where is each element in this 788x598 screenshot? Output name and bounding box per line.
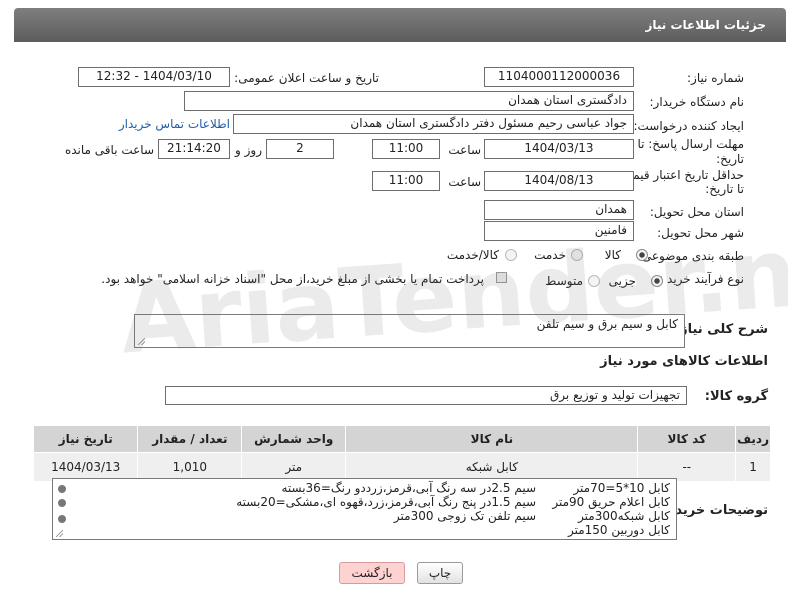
buyer-notes-left-column: سیم 2.5در سه رنگ آبی،قرمز،زرددو رنگ=36بس… <box>236 481 536 523</box>
buyer-note-line: کابل دوربین 150متر <box>567 523 670 537</box>
validity-date-field: 1404/08/13 <box>484 171 634 191</box>
deadline-label-line2: تاریخ: <box>716 152 744 166</box>
process-option-medium: متوسط <box>545 274 583 288</box>
category-option-goods: کالا <box>604 248 621 262</box>
back-button[interactable]: بازگشت <box>339 562 405 584</box>
remaining-days-field: 2 <box>266 139 334 159</box>
description-label: شرح کلی نیاز: <box>674 322 768 337</box>
page-header: جزئیات اطلاعات نیاز <box>14 8 786 42</box>
buyer-note-line: سیم 2.5در سه رنگ آبی،قرمز،زرددو رنگ=36بس… <box>281 481 536 495</box>
page-title: جزئیات اطلاعات نیاز <box>645 18 766 32</box>
cell-row: 1 <box>735 452 771 482</box>
scroll-thumb-icon[interactable] <box>58 499 66 507</box>
creator-label: ایجاد کننده درخواست: <box>633 119 744 133</box>
city-field: فامنین <box>484 221 634 241</box>
process-radio-small[interactable] <box>651 275 663 287</box>
buyer-org-label: نام دستگاه خریدار: <box>649 95 745 109</box>
col-name-header: نام کالا <box>345 425 639 453</box>
deadline-time-field: 11:00 <box>372 139 440 159</box>
category-radio-goods-service[interactable] <box>505 249 517 261</box>
treasury-payment-checkbox[interactable] <box>496 272 507 283</box>
col-code-header: کد کالا <box>637 425 737 453</box>
category-option-goods-service: کالا/خدمت <box>446 248 499 262</box>
buyer-org-field: دادگستری استان همدان <box>184 91 634 111</box>
validity-label-line2: تا تاریخ: <box>705 182 744 196</box>
process-option-small: جزیی <box>608 274 636 288</box>
days-label: روز و <box>235 143 262 157</box>
need-number-field: 1104000112000036 <box>484 67 634 87</box>
category-label: طبقه بندی موضوعی: <box>637 249 744 263</box>
category-radio-goods[interactable] <box>636 249 648 261</box>
deadline-time-label: ساعت <box>448 143 481 157</box>
validity-time-field: 11:00 <box>372 171 440 191</box>
buyer-notes-scrollbar[interactable] <box>56 481 68 539</box>
buyer-note-line: کابل اعلام حریق 90متر <box>552 495 670 509</box>
goods-table: ردیف کد کالا نام کالا واحد شمارش تعداد /… <box>32 425 771 482</box>
creator-field: جواد عباسی رحیم مسئول دفتر دادگستری استا… <box>233 114 634 134</box>
validity-label-line1: حداقل تاریخ اعتبار قیمت: <box>617 168 744 182</box>
scroll-up-icon[interactable] <box>58 485 66 493</box>
remaining-label: ساعت باقی مانده <box>64 143 154 157</box>
description-field: کابل و سیم برق و سیم تلفن <box>134 314 685 348</box>
validity-time-label: ساعت <box>448 175 481 189</box>
buyer-note-line: سیم 1.5در پنج رنگ آبی،قرمز،زرد،قهوه ای،م… <box>236 495 536 509</box>
announce-label: تاریخ و ساعت اعلان عمومی: <box>234 71 379 85</box>
category-radio-service[interactable] <box>571 249 583 261</box>
col-date-header: تاریخ نیاز <box>32 425 139 453</box>
city-label: شهر محل تحویل: <box>657 226 744 240</box>
buyer-notes-right-column: کابل 10*5=70متر کابل اعلام حریق 90متر کا… <box>552 481 670 537</box>
buyer-note-line: کابل 10*5=70متر <box>573 481 670 495</box>
treasury-payment-note: پرداخت تمام یا بخشی از مبلغ خرید،از محل … <box>101 272 484 286</box>
goods-group-field: تجهیزات تولید و توزیع برق <box>165 386 687 405</box>
province-label: استان محل تحویل: <box>649 205 744 219</box>
need-number-label: شماره نیاز: <box>687 71 744 85</box>
buyer-note-line: کابل شبکه300متر <box>578 509 670 523</box>
category-option-service: خدمت <box>534 248 566 262</box>
province-field: همدان <box>484 200 634 220</box>
buyer-contact-link[interactable]: اطلاعات تماس خریدار <box>119 117 230 131</box>
announce-datetime-field: 1404/03/10 - 12:32 <box>78 67 230 87</box>
resize-handle-icon[interactable] <box>138 338 145 345</box>
description-text: کابل و سیم برق و سیم تلفن <box>536 317 678 331</box>
process-label: نوع فرآیند خرید : <box>659 272 744 286</box>
print-button[interactable]: چاپ <box>417 562 463 584</box>
col-row-header: ردیف <box>735 425 771 453</box>
scroll-down-icon[interactable] <box>58 515 66 523</box>
goods-table-header: ردیف کد کالا نام کالا واحد شمارش تعداد /… <box>32 425 771 453</box>
deadline-date-field: 1404/03/13 <box>484 139 634 159</box>
buyer-note-line: سیم تلفن تک زوجی 300متر <box>393 509 536 523</box>
remaining-time-field: 21:14:20 <box>158 139 230 159</box>
goods-group-label: گروه کالا: <box>704 389 768 404</box>
process-radio-medium[interactable] <box>588 275 600 287</box>
goods-section-title: اطلاعات کالاهای مورد نیاز <box>600 354 768 369</box>
deadline-label-line1: مهلت ارسال پاسخ: تا <box>637 137 744 151</box>
col-qty-header: تعداد / مقدار <box>137 425 243 453</box>
col-unit-header: واحد شمارش <box>241 425 347 453</box>
buyer-notes-field: کابل 10*5=70متر کابل اعلام حریق 90متر کا… <box>52 478 677 540</box>
